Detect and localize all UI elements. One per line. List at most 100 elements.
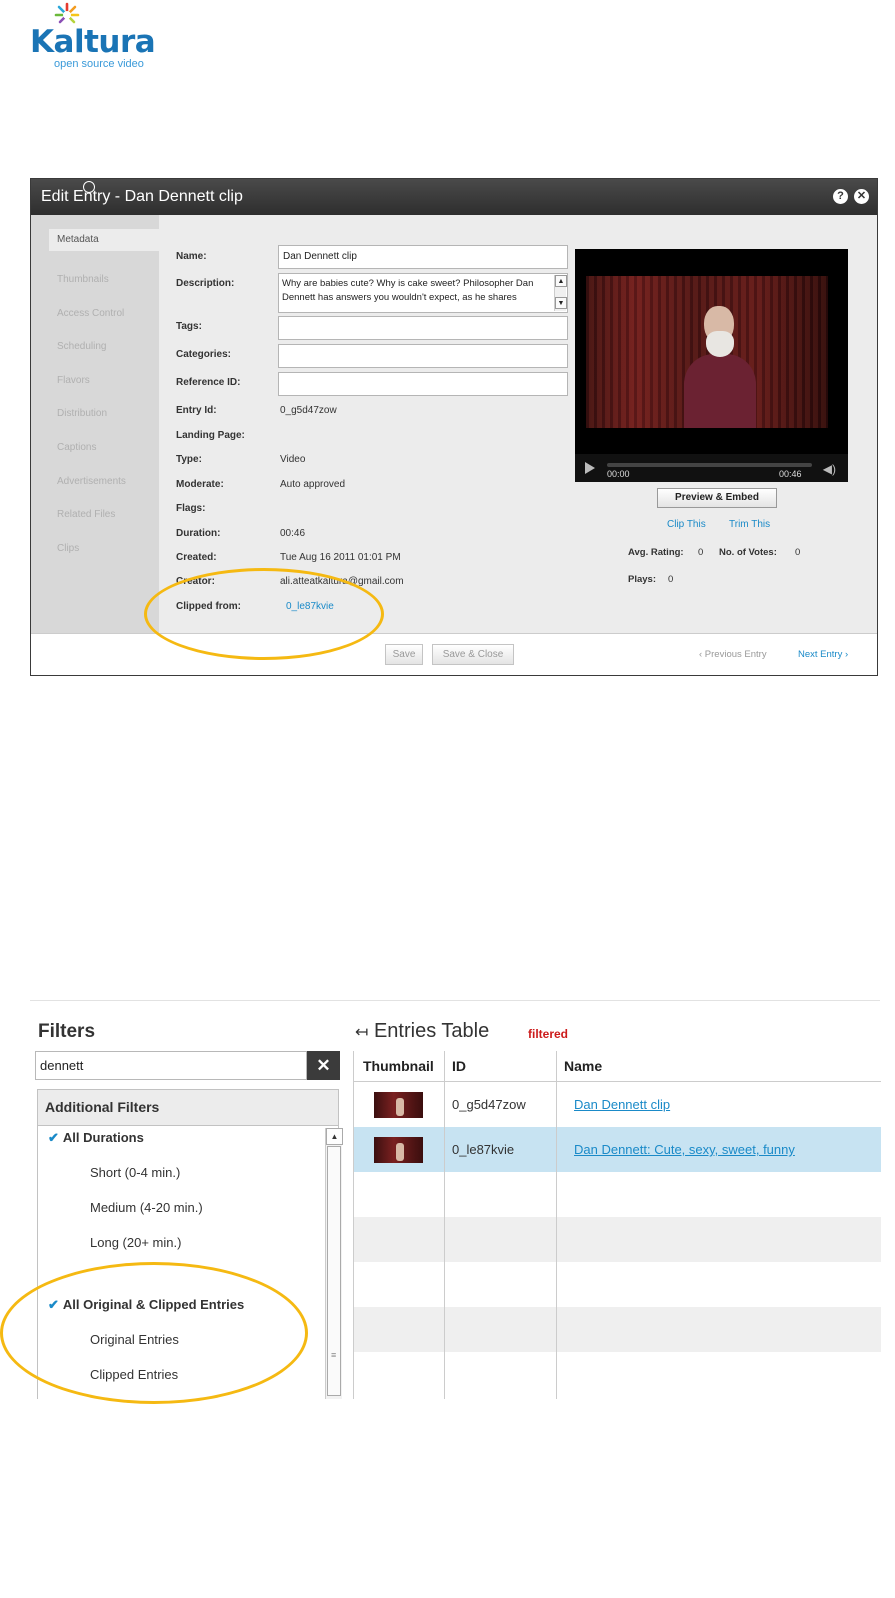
- trim-this-link[interactable]: Trim This: [729, 519, 770, 530]
- column-header-name[interactable]: Name: [556, 1051, 881, 1082]
- sidebar-item-scheduling[interactable]: Scheduling: [31, 330, 159, 364]
- column-header-thumbnail[interactable]: Thumbnail: [354, 1051, 444, 1082]
- time-current: 00:00: [607, 469, 630, 479]
- filter-long[interactable]: Long (20+ min.): [90, 1235, 181, 1250]
- sidebar-item-captions[interactable]: Captions: [31, 431, 159, 465]
- plays-label: Plays:: [628, 574, 656, 585]
- sidebar-item-thumbnails[interactable]: Thumbnails: [31, 263, 159, 297]
- sidebar-item-flavors[interactable]: Flavors: [31, 364, 159, 398]
- description-field[interactable]: Why are babies cute? Why is cake sweet? …: [278, 273, 568, 313]
- filter-scrollbar[interactable]: ▲ ≡: [325, 1128, 343, 1399]
- table-row[interactable]: 0_g5d47zow Dan Dennett clip: [354, 1082, 881, 1127]
- dialog-title-bar: Edit Entry - Dan Dennett clip ? ✕: [31, 179, 877, 215]
- video-frame[interactable]: [586, 276, 828, 428]
- scrub-bar[interactable]: [607, 463, 812, 467]
- dialog-sidebar: Metadata Thumbnails Access Control Sched…: [31, 215, 159, 635]
- categories-label: Categories:: [176, 349, 232, 360]
- entry-name-link[interactable]: Dan Dennett: Cute, sexy, sweet, funny: [574, 1127, 795, 1172]
- close-icon[interactable]: ✕: [854, 189, 869, 204]
- avg-rating-label: Avg. Rating:: [628, 547, 684, 558]
- reference-id-label: Reference ID:: [176, 377, 241, 388]
- filter-all-durations[interactable]: ✔ All Durations: [48, 1130, 144, 1146]
- tags-label: Tags:: [176, 321, 202, 332]
- help-icon[interactable]: ?: [833, 189, 848, 204]
- highlight-ellipse: [144, 568, 384, 660]
- landing-page-label: Landing Page:: [176, 430, 245, 441]
- collapse-arrow-icon[interactable]: ↤: [355, 1024, 368, 1041]
- sidebar-item-distribution[interactable]: Distribution: [31, 397, 159, 431]
- video-thumbnail: [374, 1137, 423, 1163]
- player-controls: 00:00 00:46 ◀): [575, 454, 848, 482]
- kaltura-logo: Kaltura open source video: [30, 2, 165, 72]
- filtered-badge: filtered: [528, 1027, 569, 1041]
- time-duration: 00:46: [779, 469, 802, 479]
- clock-icon: [83, 181, 95, 193]
- description-text: Why are babies cute? Why is cake sweet? …: [282, 278, 534, 303]
- table-row: [354, 1172, 881, 1217]
- moderate-label: Moderate:: [176, 479, 224, 490]
- created-value: Tue Aug 16 2011 01:01 PM: [280, 552, 401, 563]
- sidebar-item-advertisements[interactable]: Advertisements: [31, 465, 159, 499]
- table-row: [354, 1217, 881, 1262]
- filter-medium[interactable]: Medium (4-20 min.): [90, 1200, 203, 1215]
- additional-filters-header[interactable]: Additional Filters: [37, 1089, 339, 1126]
- duration-value: 00:46: [280, 528, 306, 539]
- flags-label: Flags:: [176, 503, 206, 514]
- reference-id-field[interactable]: [278, 372, 568, 396]
- table-row: [354, 1262, 881, 1307]
- scroll-up-icon[interactable]: ▲: [326, 1128, 343, 1145]
- filter-short[interactable]: Short (0-4 min.): [90, 1165, 180, 1180]
- votes-value: 0: [795, 547, 801, 558]
- entry-id-label: Entry Id:: [176, 405, 217, 416]
- description-label: Description:: [176, 278, 235, 289]
- entry-id-cell: 0_le87kvie: [452, 1142, 515, 1157]
- video-player[interactable]: 00:00 00:46 ◀): [575, 249, 848, 482]
- sidebar-item-access-control[interactable]: Access Control: [31, 297, 159, 331]
- table-row: [354, 1352, 881, 1397]
- column-header-id[interactable]: ID: [444, 1051, 556, 1082]
- sidebar-item-metadata[interactable]: Metadata: [49, 229, 159, 251]
- sidebar-item-clips[interactable]: Clips: [31, 532, 159, 566]
- entry-id-value: 0_g5d47zow: [280, 405, 337, 416]
- name-label: Name:: [176, 251, 207, 262]
- clear-search-icon[interactable]: ✕: [307, 1051, 340, 1080]
- clip-this-link[interactable]: Clip This: [667, 519, 706, 530]
- scrollbar-thumb[interactable]: ≡: [327, 1146, 341, 1396]
- name-field[interactable]: Dan Dennett clip: [278, 245, 568, 269]
- tags-field[interactable]: [278, 316, 568, 340]
- votes-label: No. of Votes:: [719, 547, 777, 558]
- plays-value: 0: [668, 574, 674, 585]
- entries-table-title: ↤ Entries Table: [355, 1020, 490, 1042]
- sidebar-item-related-files[interactable]: Related Files: [31, 498, 159, 532]
- play-icon[interactable]: [585, 462, 595, 474]
- logo-wordmark: Kaltura: [30, 24, 156, 60]
- scroll-down-icon[interactable]: ▼: [555, 297, 567, 309]
- highlight-ellipse: [0, 1262, 308, 1404]
- entries-table: Thumbnail ID Name 0_g5d47zow Dan Dennett…: [353, 1051, 881, 1399]
- dialog-title: Edit Entry - Dan Dennett clip: [41, 188, 243, 205]
- volume-icon[interactable]: ◀): [823, 462, 836, 476]
- entry-name-link[interactable]: Dan Dennett clip: [574, 1082, 670, 1127]
- description-scrollbar[interactable]: ▲ ▼: [554, 275, 567, 311]
- save-close-button[interactable]: Save & Close: [432, 644, 514, 665]
- duration-label: Duration:: [176, 528, 221, 539]
- search-input[interactable]: dennett: [35, 1051, 307, 1080]
- table-row: [354, 1307, 881, 1352]
- filters-title: Filters: [38, 1021, 96, 1042]
- logo-tagline: open source video: [54, 58, 144, 70]
- moderate-value: Auto approved: [280, 479, 346, 490]
- preview-embed-button[interactable]: Preview & Embed: [657, 488, 777, 508]
- column-divider: [444, 1051, 445, 1399]
- table-row[interactable]: 0_le87kvie Dan Dennett: Cute, sexy, swee…: [354, 1127, 881, 1172]
- entry-id-cell: 0_g5d47zow: [452, 1097, 526, 1112]
- avg-rating-value: 0: [698, 547, 704, 558]
- save-button[interactable]: Save: [385, 644, 423, 665]
- check-icon: ✔: [48, 1130, 59, 1145]
- type-label: Type:: [176, 454, 202, 465]
- dialog-footer: Save Save & Close ‹ Previous Entry Next …: [31, 633, 877, 675]
- scroll-up-icon[interactable]: ▲: [555, 275, 567, 287]
- categories-field[interactable]: [278, 344, 568, 368]
- previous-entry-link[interactable]: ‹ Previous Entry: [699, 649, 767, 660]
- next-entry-link[interactable]: Next Entry ›: [798, 649, 848, 660]
- created-label: Created:: [176, 552, 217, 563]
